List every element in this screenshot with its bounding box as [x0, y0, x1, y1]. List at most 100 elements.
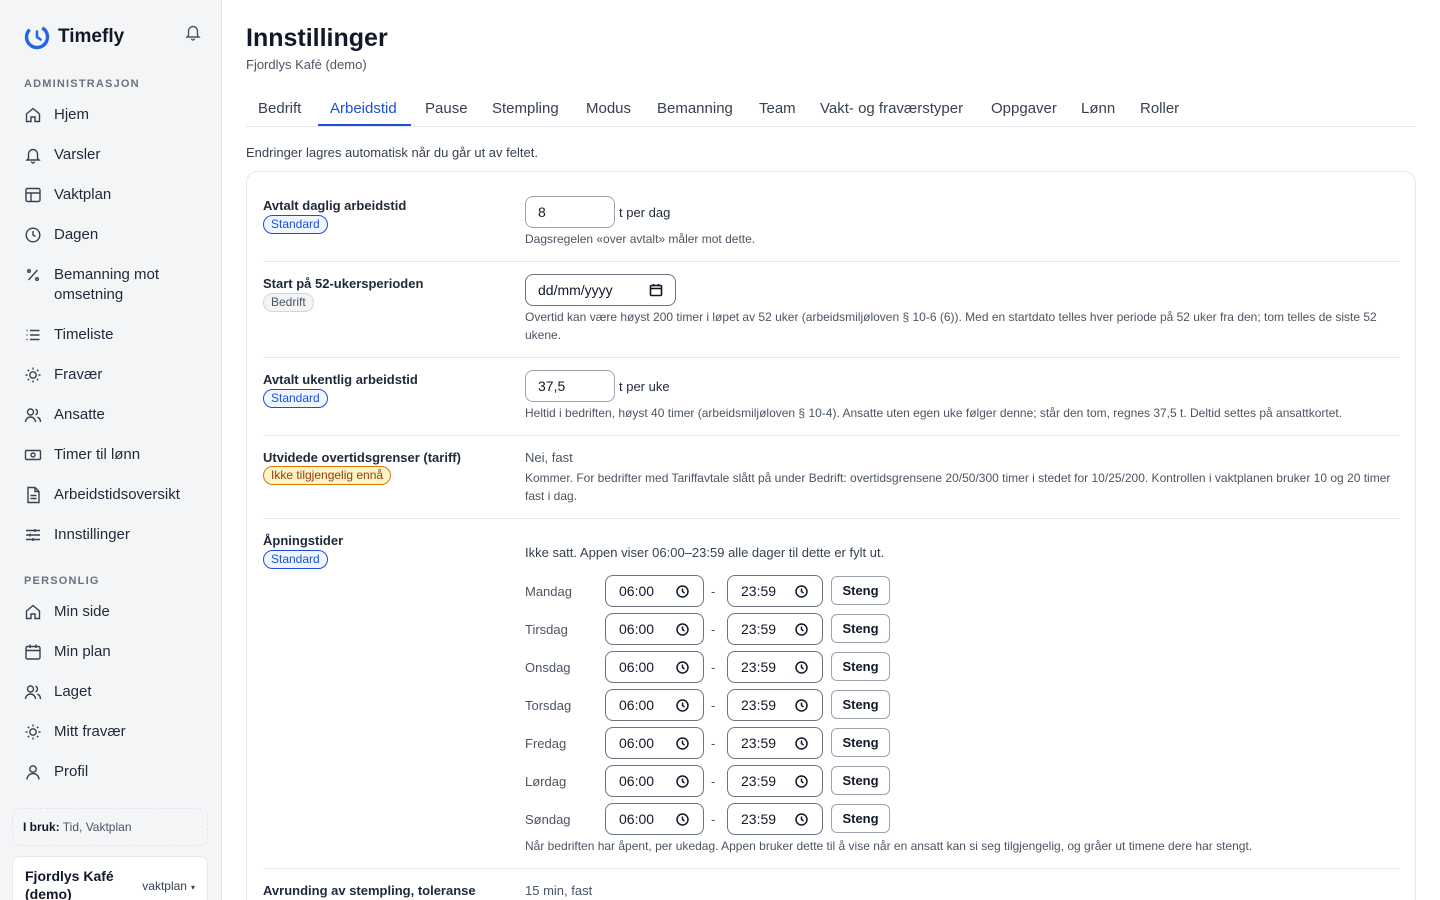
nav-timer-til-lonn[interactable]: Timer til lønn	[24, 445, 140, 465]
close-time-input[interactable]: 23:59	[727, 613, 823, 645]
date-placeholder: dd/mm/yyyy	[538, 282, 613, 298]
day-label: Mandag	[525, 584, 572, 599]
nav-profil[interactable]: Profil	[24, 762, 88, 782]
nav-innstillinger[interactable]: Innstillinger	[24, 525, 130, 545]
nav-mitt-fravaer[interactable]: Mitt fravær	[24, 722, 126, 742]
company-switcher[interactable]: Fjordlys Kafé (demo) vaktplan ▾	[12, 856, 208, 900]
document-icon	[27, 486, 40, 504]
close-time-input[interactable]: 23:59	[727, 651, 823, 683]
close-time-input[interactable]: 23:59	[727, 765, 823, 797]
close-day-button[interactable]: Steng	[831, 652, 890, 681]
period-start-date-input[interactable]: dd/mm/yyyy	[525, 274, 676, 306]
nav-min-plan[interactable]: Min plan	[24, 642, 111, 662]
standard-badge: Standard	[263, 550, 328, 569]
tab-bedrift[interactable]: Bedrift	[258, 100, 301, 117]
nav-fravaer[interactable]: Fravær	[24, 365, 102, 385]
tab-arbeidstid[interactable]: Arbeidstid	[330, 100, 397, 117]
notification-bell-icon[interactable]	[184, 23, 202, 41]
range-dash: -	[711, 736, 716, 751]
close-time-input[interactable]: 23:59	[727, 575, 823, 607]
weekly-hours-input[interactable]: 37,5	[525, 370, 615, 402]
period-start-help: Overtid kan være høyst 200 timer i løpet…	[525, 310, 1377, 342]
time-value: 06:00	[619, 583, 655, 599]
range-dash: -	[711, 698, 716, 713]
clock-icon	[676, 585, 689, 598]
nav-timeliste[interactable]: Timeliste	[24, 325, 113, 345]
close-day-button[interactable]: Steng	[831, 690, 890, 719]
close-time-input[interactable]: 23:59	[727, 689, 823, 721]
calendar-icon[interactable]	[649, 283, 663, 297]
nav-dagen[interactable]: Dagen	[24, 225, 98, 245]
day-label: Torsdag	[525, 698, 572, 713]
daily-hours-input[interactable]: 8	[525, 196, 615, 228]
tab-lonn[interactable]: Lønn	[1081, 100, 1115, 117]
nav-label: Mitt fravær	[54, 723, 126, 740]
nav-ansatte[interactable]: Ansatte	[24, 405, 105, 425]
overtime-label: Utvidede overtidsgrenser (tariff)	[263, 450, 461, 465]
plan-selector[interactable]: vaktplan ▾	[142, 879, 195, 900]
nav-laget[interactable]: Laget	[24, 682, 92, 702]
tab-oppgaver[interactable]: Oppgaver	[991, 100, 1057, 117]
close-day-button[interactable]: Steng	[831, 614, 890, 643]
nav-varsler[interactable]: Varsler	[24, 145, 100, 165]
daily-hours-unit: t per dag	[619, 205, 671, 220]
nav-min-side[interactable]: Min side	[24, 602, 110, 622]
nav-label: Min plan	[54, 643, 111, 660]
range-dash: -	[711, 660, 716, 675]
tab-roller[interactable]: Roller	[1140, 100, 1179, 117]
divider	[263, 868, 1400, 869]
open-time-input[interactable]: 06:00	[605, 803, 704, 835]
daily-hours-label: Avtalt daglig arbeidstid	[263, 198, 407, 213]
home-icon	[25, 107, 41, 123]
time-value: 06:00	[619, 811, 655, 827]
tab-team[interactable]: Team	[759, 100, 796, 117]
close-time-input[interactable]: 23:59	[727, 727, 823, 759]
company-name: Fjordlys Kafé (demo)	[25, 868, 114, 900]
range-dash: -	[711, 774, 716, 789]
settings-tabs: Bedrift Arbeidstid Pause Stempling Modus…	[246, 94, 1416, 127]
nav-hjem[interactable]: Hjem	[24, 105, 89, 125]
rounding-label: Avrunding av stempling, toleranse	[263, 883, 476, 898]
sun-icon	[25, 724, 41, 740]
nav-bemanning[interactable]: Bemanning mot omsetning	[24, 265, 174, 305]
nav-arbeidstidsoversikt[interactable]: Arbeidstidsoversikt	[24, 485, 180, 505]
weekly-hours-label: Avtalt ukentlig arbeidstid	[263, 372, 418, 387]
autosave-hint: Endringer lagres automatisk når du går u…	[246, 145, 538, 160]
tab-bemanning[interactable]: Bemanning	[657, 100, 733, 117]
tab-vakt-og-fravaerstyper[interactable]: Vakt- og fraværstyper	[820, 100, 963, 117]
close-day-button[interactable]: Steng	[831, 728, 890, 757]
open-time-input[interactable]: 06:00	[605, 651, 704, 683]
app-name: Timefly	[58, 26, 125, 47]
nav-vaktplan[interactable]: Vaktplan	[24, 185, 111, 205]
close-day-button[interactable]: Steng	[831, 804, 890, 833]
nav-label: Profil	[54, 763, 89, 780]
tab-stempling[interactable]: Stempling	[492, 100, 559, 117]
close-day-button[interactable]: Steng	[831, 576, 890, 605]
close-day-button[interactable]: Steng	[831, 766, 890, 795]
clock-icon	[795, 813, 808, 826]
divider	[263, 261, 1400, 262]
open-time-input[interactable]: 06:00	[605, 575, 704, 607]
clock-icon	[795, 775, 808, 788]
open-time-input[interactable]: 06:00	[605, 765, 704, 797]
time-value: 06:00	[619, 773, 655, 789]
clock-icon	[676, 813, 689, 826]
open-time-input[interactable]: 06:00	[605, 613, 704, 645]
divider	[263, 435, 1400, 436]
nav-label: Innstillinger	[54, 526, 130, 543]
opening-hours-status: Ikke satt. Appen viser 06:00–23:59 alle …	[525, 545, 885, 560]
open-time-input[interactable]: 06:00	[605, 727, 704, 759]
day-label: Lørdag	[525, 774, 567, 789]
tab-pause[interactable]: Pause	[425, 100, 468, 117]
open-time-input[interactable]: 06:00	[605, 689, 704, 721]
in-use-box: I bruk: Tid, Vaktplan	[12, 808, 208, 846]
nav-label: Dagen	[54, 226, 99, 243]
close-time-input[interactable]: 23:59	[727, 803, 823, 835]
brand[interactable]: Timefly	[24, 24, 124, 50]
tab-modus[interactable]: Modus	[586, 100, 631, 117]
nav-label: Hjem	[54, 106, 90, 123]
daily-hours-help: Dagsregelen «over avtalt» måler mot dett…	[525, 232, 756, 246]
section-personal-label: PERSONLIG	[24, 575, 100, 587]
home-icon	[25, 604, 41, 620]
nav-label: Laget	[54, 683, 92, 700]
